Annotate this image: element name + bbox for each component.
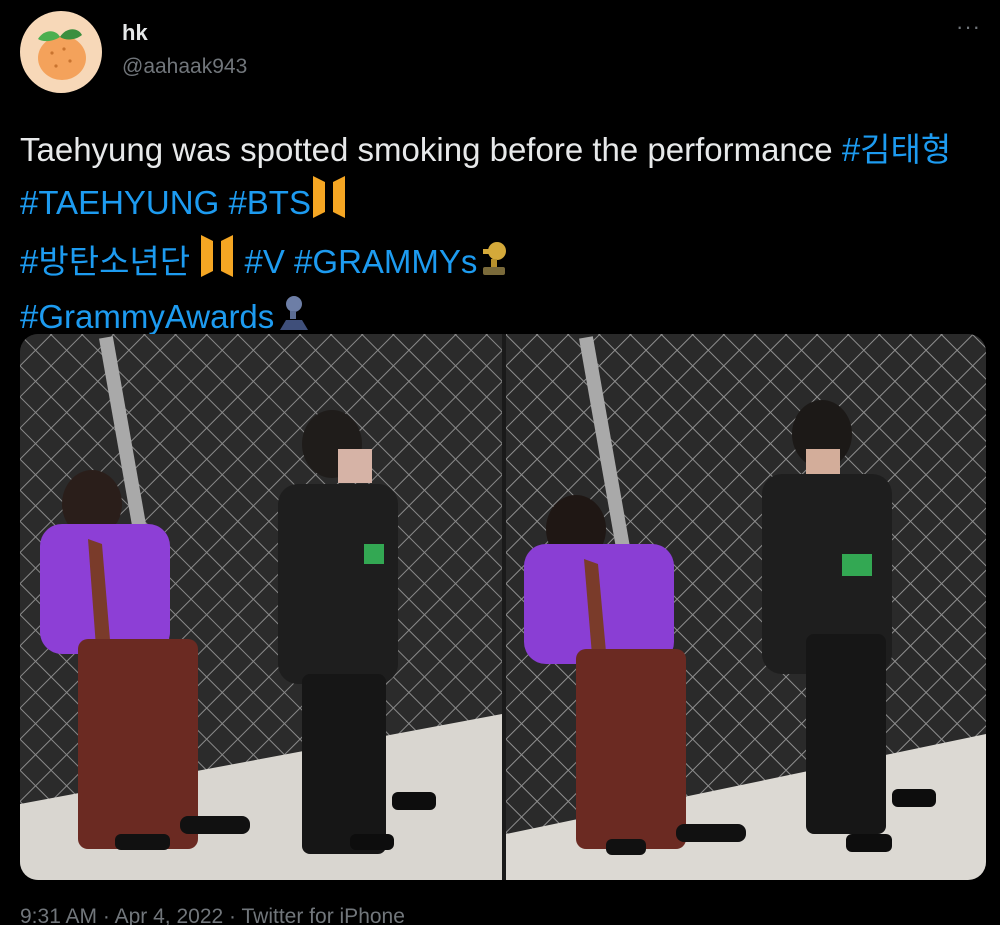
tweet-photo[interactable]: [20, 334, 502, 880]
separator: ·: [229, 905, 237, 925]
grammy-trophy-icon: [477, 239, 511, 292]
hashtag-link[interactable]: #GRAMMYs: [294, 243, 477, 280]
tweet: hk @aahaak943 ··· Taehyung was spotted s…: [0, 0, 1000, 925]
display-name[interactable]: hk: [122, 20, 148, 46]
bts-logo-icon: [199, 233, 235, 292]
hashtag-link[interactable]: #김태형: [842, 131, 951, 168]
avatar[interactable]: [20, 11, 102, 93]
hashtag-link[interactable]: #BTS: [228, 184, 311, 221]
user-handle[interactable]: @aahaak943: [122, 55, 247, 79]
tweet-body: Taehyung was spotted smoking before the …: [20, 131, 833, 168]
tweet-time[interactable]: 9:31 AM: [20, 905, 97, 925]
orange-avatar-icon: [38, 29, 86, 80]
hashtag-link[interactable]: #GrammyAwards: [20, 298, 274, 335]
more-options-icon[interactable]: ···: [956, 16, 981, 38]
tweet-media[interactable]: [20, 334, 986, 880]
hashtag-link[interactable]: #방탄소년단: [20, 243, 190, 280]
tweet-date[interactable]: Apr 4, 2022: [115, 905, 224, 925]
tweet-photo[interactable]: [506, 334, 986, 880]
bts-logo-icon: [311, 174, 347, 233]
tweet-source[interactable]: Twitter for iPhone: [242, 905, 405, 925]
tweet-meta: 9:31 AM · Apr 4, 2022 · Twitter for iPho…: [20, 905, 405, 925]
tweet-text: Taehyung was spotted smoking before the …: [20, 125, 980, 347]
hashtag-link[interactable]: #V: [245, 243, 285, 280]
separator: ·: [102, 905, 110, 925]
hashtag-link[interactable]: #TAEHYUNG: [20, 184, 219, 221]
